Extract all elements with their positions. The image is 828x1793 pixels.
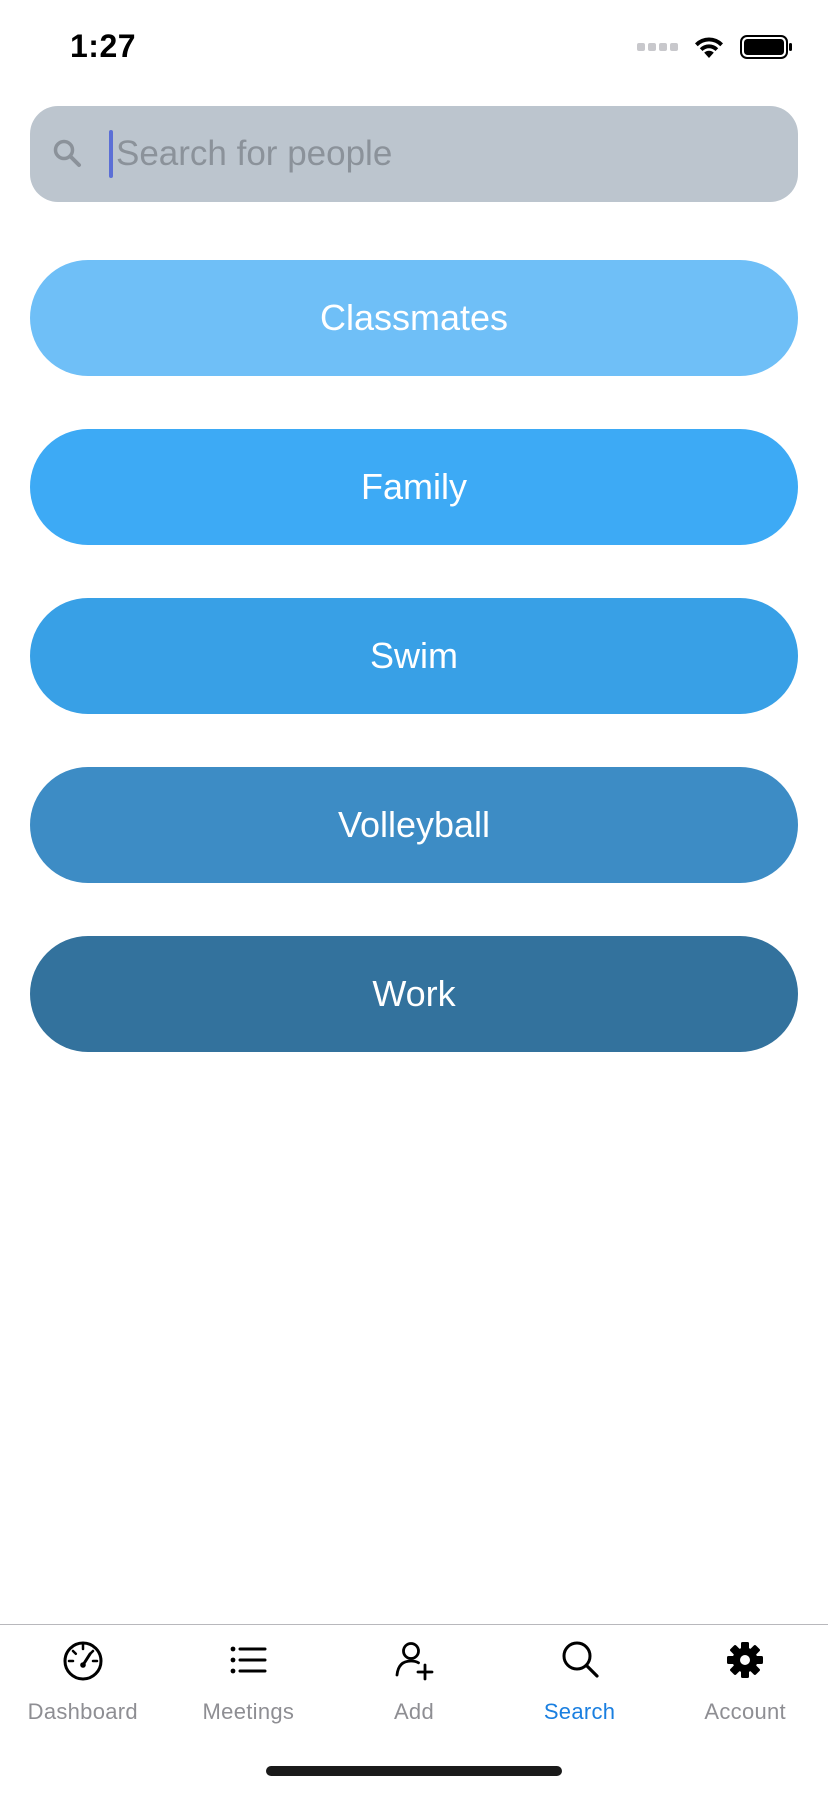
- tab-label: Search: [543, 1699, 616, 1724]
- add-person-icon: [395, 1642, 434, 1681]
- search-icon: [562, 1641, 599, 1678]
- group-label: Family: [361, 466, 467, 507]
- tab-account[interactable]: Account: [662, 1625, 828, 1725]
- wifi-icon: [695, 37, 723, 58]
- tab-search[interactable]: Search: [497, 1625, 663, 1725]
- group-label: Volleyball: [337, 804, 491, 845]
- group-label: Swim: [370, 635, 458, 676]
- battery-icon: [740, 35, 792, 59]
- group-button-swim[interactable]: Swim: [30, 598, 798, 714]
- group-list: Classmates Family Swim Volleyball Work: [30, 260, 798, 1105]
- speedometer-icon: [63, 1641, 103, 1681]
- search-icon: [53, 139, 81, 167]
- group-button-volleyball[interactable]: Volleyball: [30, 767, 798, 883]
- search-input[interactable]: [112, 106, 776, 202]
- tab-label: Dashboard: [27, 1699, 138, 1724]
- status-indicators: [637, 34, 794, 60]
- group-label: Classmates: [319, 297, 509, 338]
- cellular-signal-icon: [637, 43, 678, 51]
- group-button-classmates[interactable]: Classmates: [30, 260, 798, 376]
- tab-meetings[interactable]: Meetings: [166, 1625, 332, 1725]
- home-indicator: [266, 1766, 562, 1776]
- group-button-work[interactable]: Work: [30, 936, 798, 1052]
- group-label: Work: [372, 973, 456, 1014]
- tab-bar: Dashboard Meetings Add Search Account: [0, 1624, 828, 1793]
- tab-dashboard[interactable]: Dashboard: [0, 1625, 166, 1725]
- list-icon: [230, 1646, 267, 1674]
- status-bar: 1:27: [0, 0, 828, 100]
- gear-icon: [727, 1642, 764, 1678]
- tab-label: Add: [393, 1699, 434, 1724]
- search-bar[interactable]: [30, 106, 798, 202]
- status-time: 1:27: [70, 28, 137, 64]
- tab-label: Meetings: [202, 1699, 295, 1724]
- group-button-family[interactable]: Family: [30, 429, 798, 545]
- tab-add[interactable]: Add: [331, 1625, 497, 1725]
- tab-label: Account: [704, 1699, 786, 1724]
